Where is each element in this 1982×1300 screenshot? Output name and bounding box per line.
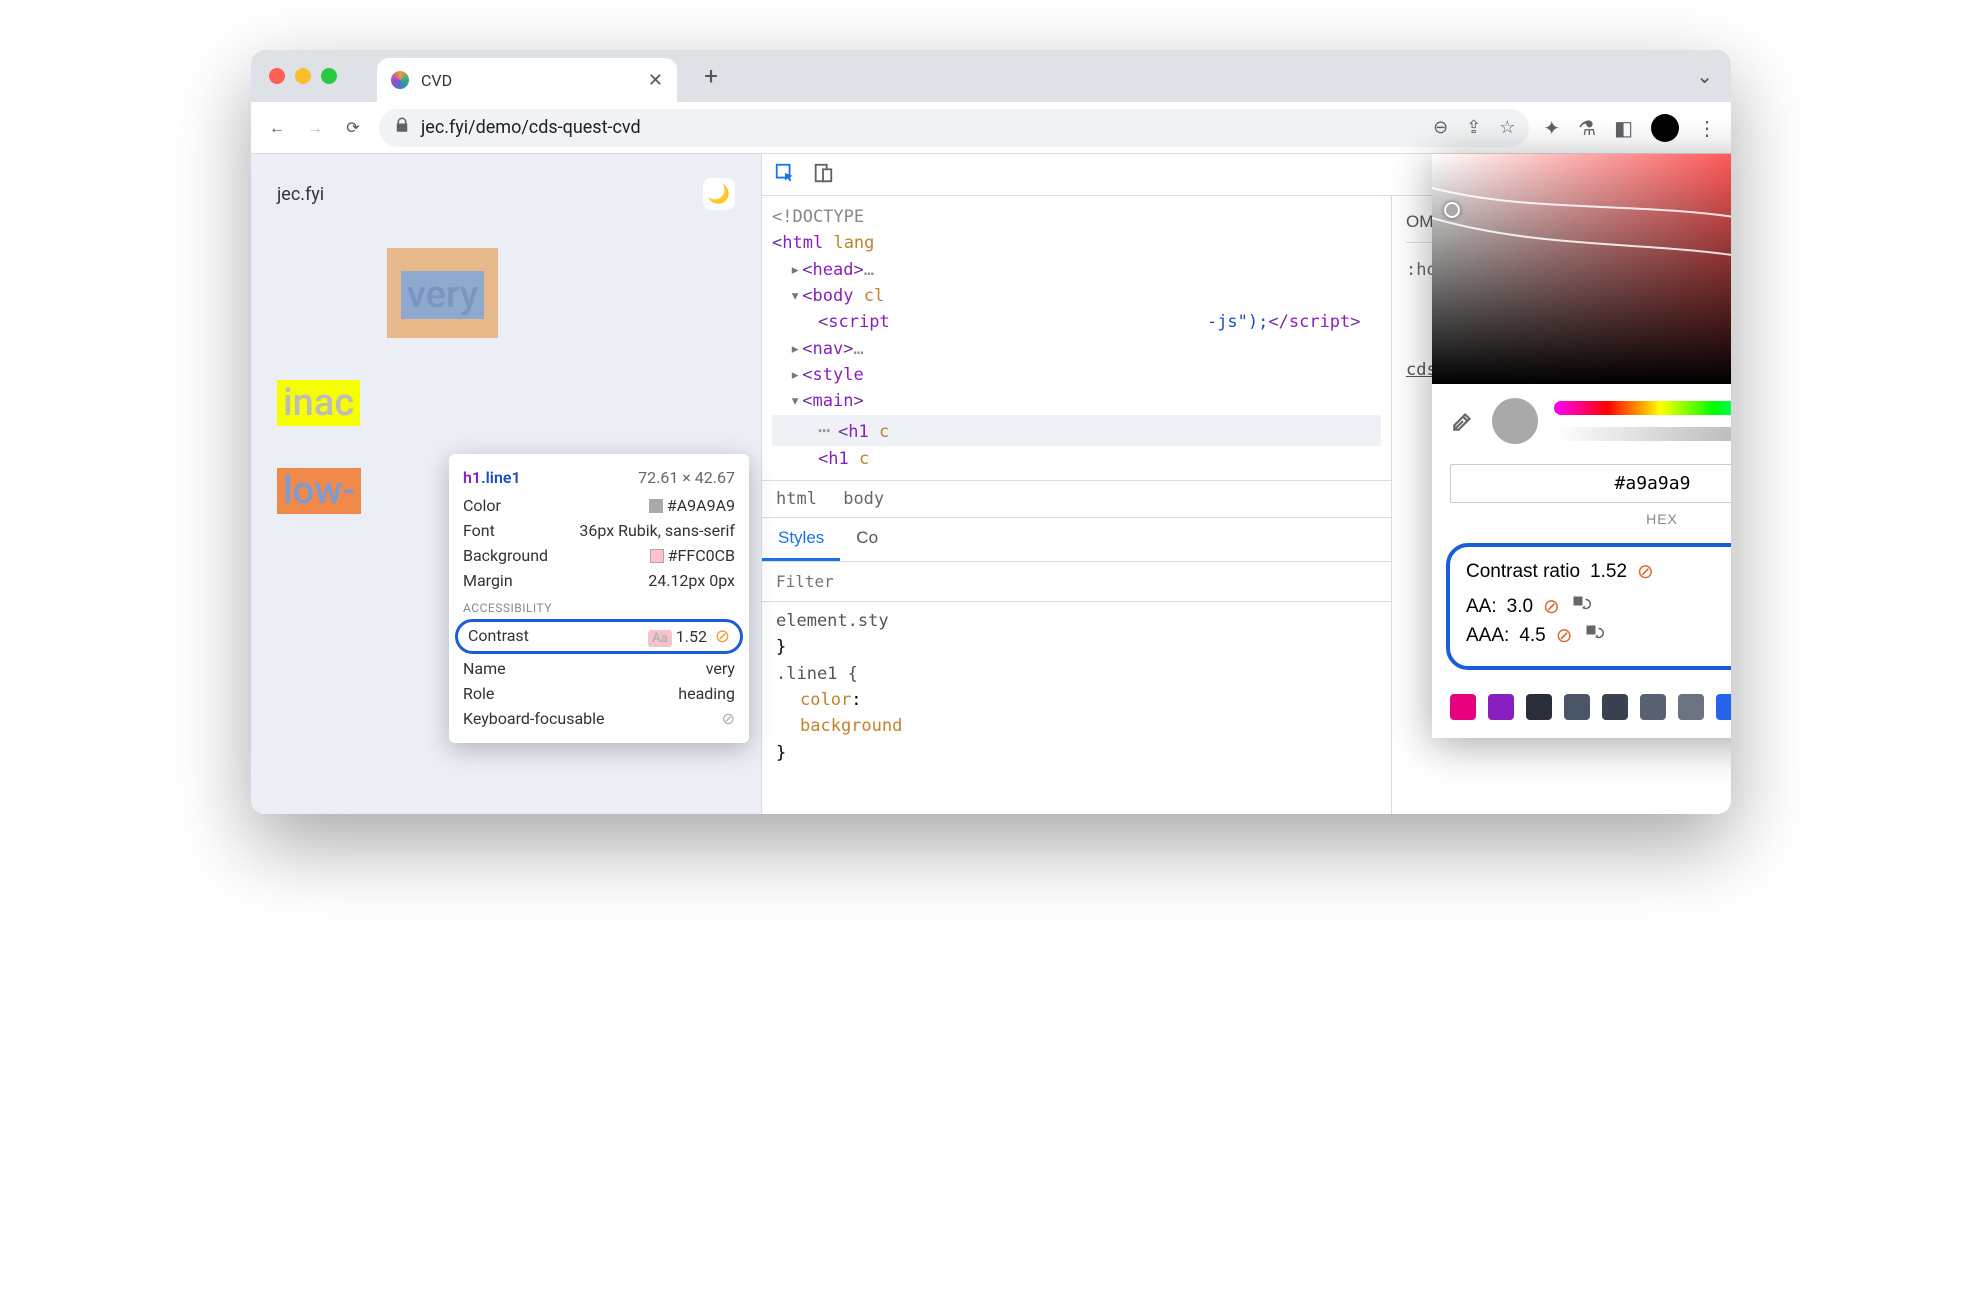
tooltip-tag: h1 xyxy=(463,468,481,487)
palette-swatch[interactable] xyxy=(1450,694,1476,720)
zoom-out-icon[interactable]: ⊖ xyxy=(1433,117,1448,138)
a11y-section-label: ACCESSIBILITY xyxy=(449,593,749,617)
favicon-icon xyxy=(391,71,409,89)
aaa-fail-icon: ⊘ xyxy=(1556,623,1573,648)
labs-icon[interactable]: ⚗ xyxy=(1578,116,1596,140)
tab-computed[interactable]: Co xyxy=(840,518,894,561)
reload-button[interactable]: ⟳ xyxy=(341,116,365,140)
tab-close-button[interactable]: ✕ xyxy=(648,70,663,91)
palette-swatch[interactable] xyxy=(1564,694,1590,720)
contrast-row-highlight: Contrast Aa 1.52 ⊘ xyxy=(455,619,743,654)
close-window-button[interactable] xyxy=(269,68,285,84)
address-bar[interactable]: jec.fyi/demo/cds-quest-cvd ⊖ ⇪ ☆ xyxy=(379,109,1529,147)
minimize-window-button[interactable] xyxy=(295,68,311,84)
current-color-swatch xyxy=(1492,398,1538,444)
not-focusable-icon: ⊘ xyxy=(722,709,735,728)
aa-fail-icon: ⊘ xyxy=(1543,594,1560,619)
contrast-value: 1.52 xyxy=(1590,561,1627,583)
extensions-icon[interactable]: ✦ xyxy=(1543,116,1560,140)
color-gradient-area[interactable] xyxy=(1432,154,1731,384)
color-palette: ▴▾ xyxy=(1432,684,1731,738)
fail-icon: ⊘ xyxy=(1637,559,1654,584)
eyedropper-icon[interactable] xyxy=(1450,408,1476,434)
dom-breadcrumb[interactable]: html body xyxy=(762,480,1391,518)
maximize-window-button[interactable] xyxy=(321,68,337,84)
styles-tabs: Styles Co xyxy=(762,518,1391,562)
css-rules[interactable]: element.sty } .line1 { color: background… xyxy=(762,602,1391,772)
page-header: jec.fyi 🌙 xyxy=(277,178,735,210)
color-picker: ▴▾ HEX Contrast ratio 1.52 ⊘ ⌃ AA: 3.0 ⊘ xyxy=(1432,154,1731,738)
contrast-aa-badge: Aa xyxy=(648,630,672,647)
tooltip-class: .line1 xyxy=(481,468,521,487)
browser-window: CVD ✕ + ⌄ ← → ⟳ jec.fyi/demo/cds-quest-c… xyxy=(251,50,1731,814)
warning-icon: ⊘ xyxy=(715,626,730,647)
block-very[interactable]: very xyxy=(387,248,498,338)
tooltip-dimensions: 72.61 × 42.67 xyxy=(638,468,735,487)
toolbar-extensions: ✦ ⚗ ◧ ⋮ xyxy=(1543,114,1717,142)
device-toolbar-icon[interactable] xyxy=(812,162,834,188)
urlbar-actions: ⊖ ⇪ ☆ xyxy=(1433,117,1515,138)
back-button[interactable]: ← xyxy=(265,116,289,140)
alpha-slider[interactable] xyxy=(1554,427,1731,441)
palette-swatch[interactable] xyxy=(1640,694,1666,720)
tab-styles[interactable]: Styles xyxy=(762,518,840,561)
sidepanel-icon[interactable]: ◧ xyxy=(1614,116,1633,140)
window-controls xyxy=(269,68,337,84)
url-text: jec.fyi/demo/cds-quest-cvd xyxy=(421,117,641,138)
page-preview: jec.fyi 🌙 very inac low- h1.line1 72.61 … xyxy=(251,154,761,814)
dark-mode-toggle[interactable]: 🌙 xyxy=(703,178,735,210)
block-inaccessible[interactable]: inac xyxy=(277,380,360,426)
new-tab-button[interactable]: + xyxy=(693,62,729,90)
dom-tree[interactable]: <!DOCTYPE <html lang ▸<head>… ▾<body cl … xyxy=(762,196,1391,480)
hex-input[interactable] xyxy=(1450,464,1731,503)
contrast-curves-icon xyxy=(1432,154,1731,384)
color-swatch-icon xyxy=(649,499,663,513)
contrast-ratio-panel: Contrast ratio 1.52 ⊘ ⌃ AA: 3.0 ⊘ AAA: 4… xyxy=(1446,543,1731,670)
palette-swatch[interactable] xyxy=(1526,694,1552,720)
aaa-suggest-icon[interactable] xyxy=(1583,624,1605,648)
palette-swatch[interactable] xyxy=(1678,694,1704,720)
color-cursor-icon[interactable] xyxy=(1444,202,1460,218)
share-icon[interactable]: ⇪ xyxy=(1466,117,1481,138)
filter-row xyxy=(762,562,1391,602)
styles-filter-input[interactable] xyxy=(762,562,1391,601)
palette-swatch[interactable] xyxy=(1488,694,1514,720)
inspect-tooltip: h1.line1 72.61 × 42.67 Color#A9A9A9 Font… xyxy=(449,454,749,743)
forward-button[interactable]: → xyxy=(303,116,327,140)
hex-row: ▴▾ xyxy=(1432,458,1731,511)
tab-list-button[interactable]: ⌄ xyxy=(1696,64,1713,88)
devtools-elements-column: <!DOCTYPE <html lang ▸<head>… ▾<body cl … xyxy=(762,196,1392,814)
contrast-title: Contrast ratio xyxy=(1466,561,1580,583)
site-label: jec.fyi xyxy=(277,184,324,205)
profile-avatar[interactable] xyxy=(1651,114,1679,142)
aa-suggest-icon[interactable] xyxy=(1570,595,1592,619)
block-low-contrast[interactable]: low- xyxy=(277,468,361,514)
selected-dom-node[interactable]: ⋯<h1 c xyxy=(772,415,1381,446)
titlebar: CVD ✕ + ⌄ xyxy=(251,50,1731,102)
devtools-panel: ⚙ ⋮ ✕ <!DOCTYPE <html lang ▸<head>… ▾<bo… xyxy=(761,154,1731,814)
inspect-element-icon[interactable] xyxy=(774,162,796,188)
palette-swatch[interactable] xyxy=(1602,694,1628,720)
content-area: jec.fyi 🌙 very inac low- h1.line1 72.61 … xyxy=(251,154,1731,814)
bookmark-icon[interactable]: ☆ xyxy=(1499,117,1515,138)
kebab-menu-icon[interactable]: ⋮ xyxy=(1697,116,1717,140)
palette-swatch[interactable] xyxy=(1716,694,1731,720)
picker-controls xyxy=(1432,384,1731,458)
hue-slider[interactable] xyxy=(1554,401,1731,415)
browser-tab[interactable]: CVD ✕ xyxy=(377,58,677,102)
lock-icon xyxy=(393,116,411,139)
browser-toolbar: ← → ⟳ jec.fyi/demo/cds-quest-cvd ⊖ ⇪ ☆ ✦… xyxy=(251,102,1731,154)
bg-swatch-icon xyxy=(650,549,664,563)
tab-title: CVD xyxy=(421,71,636,90)
hex-label: HEX xyxy=(1432,511,1731,539)
